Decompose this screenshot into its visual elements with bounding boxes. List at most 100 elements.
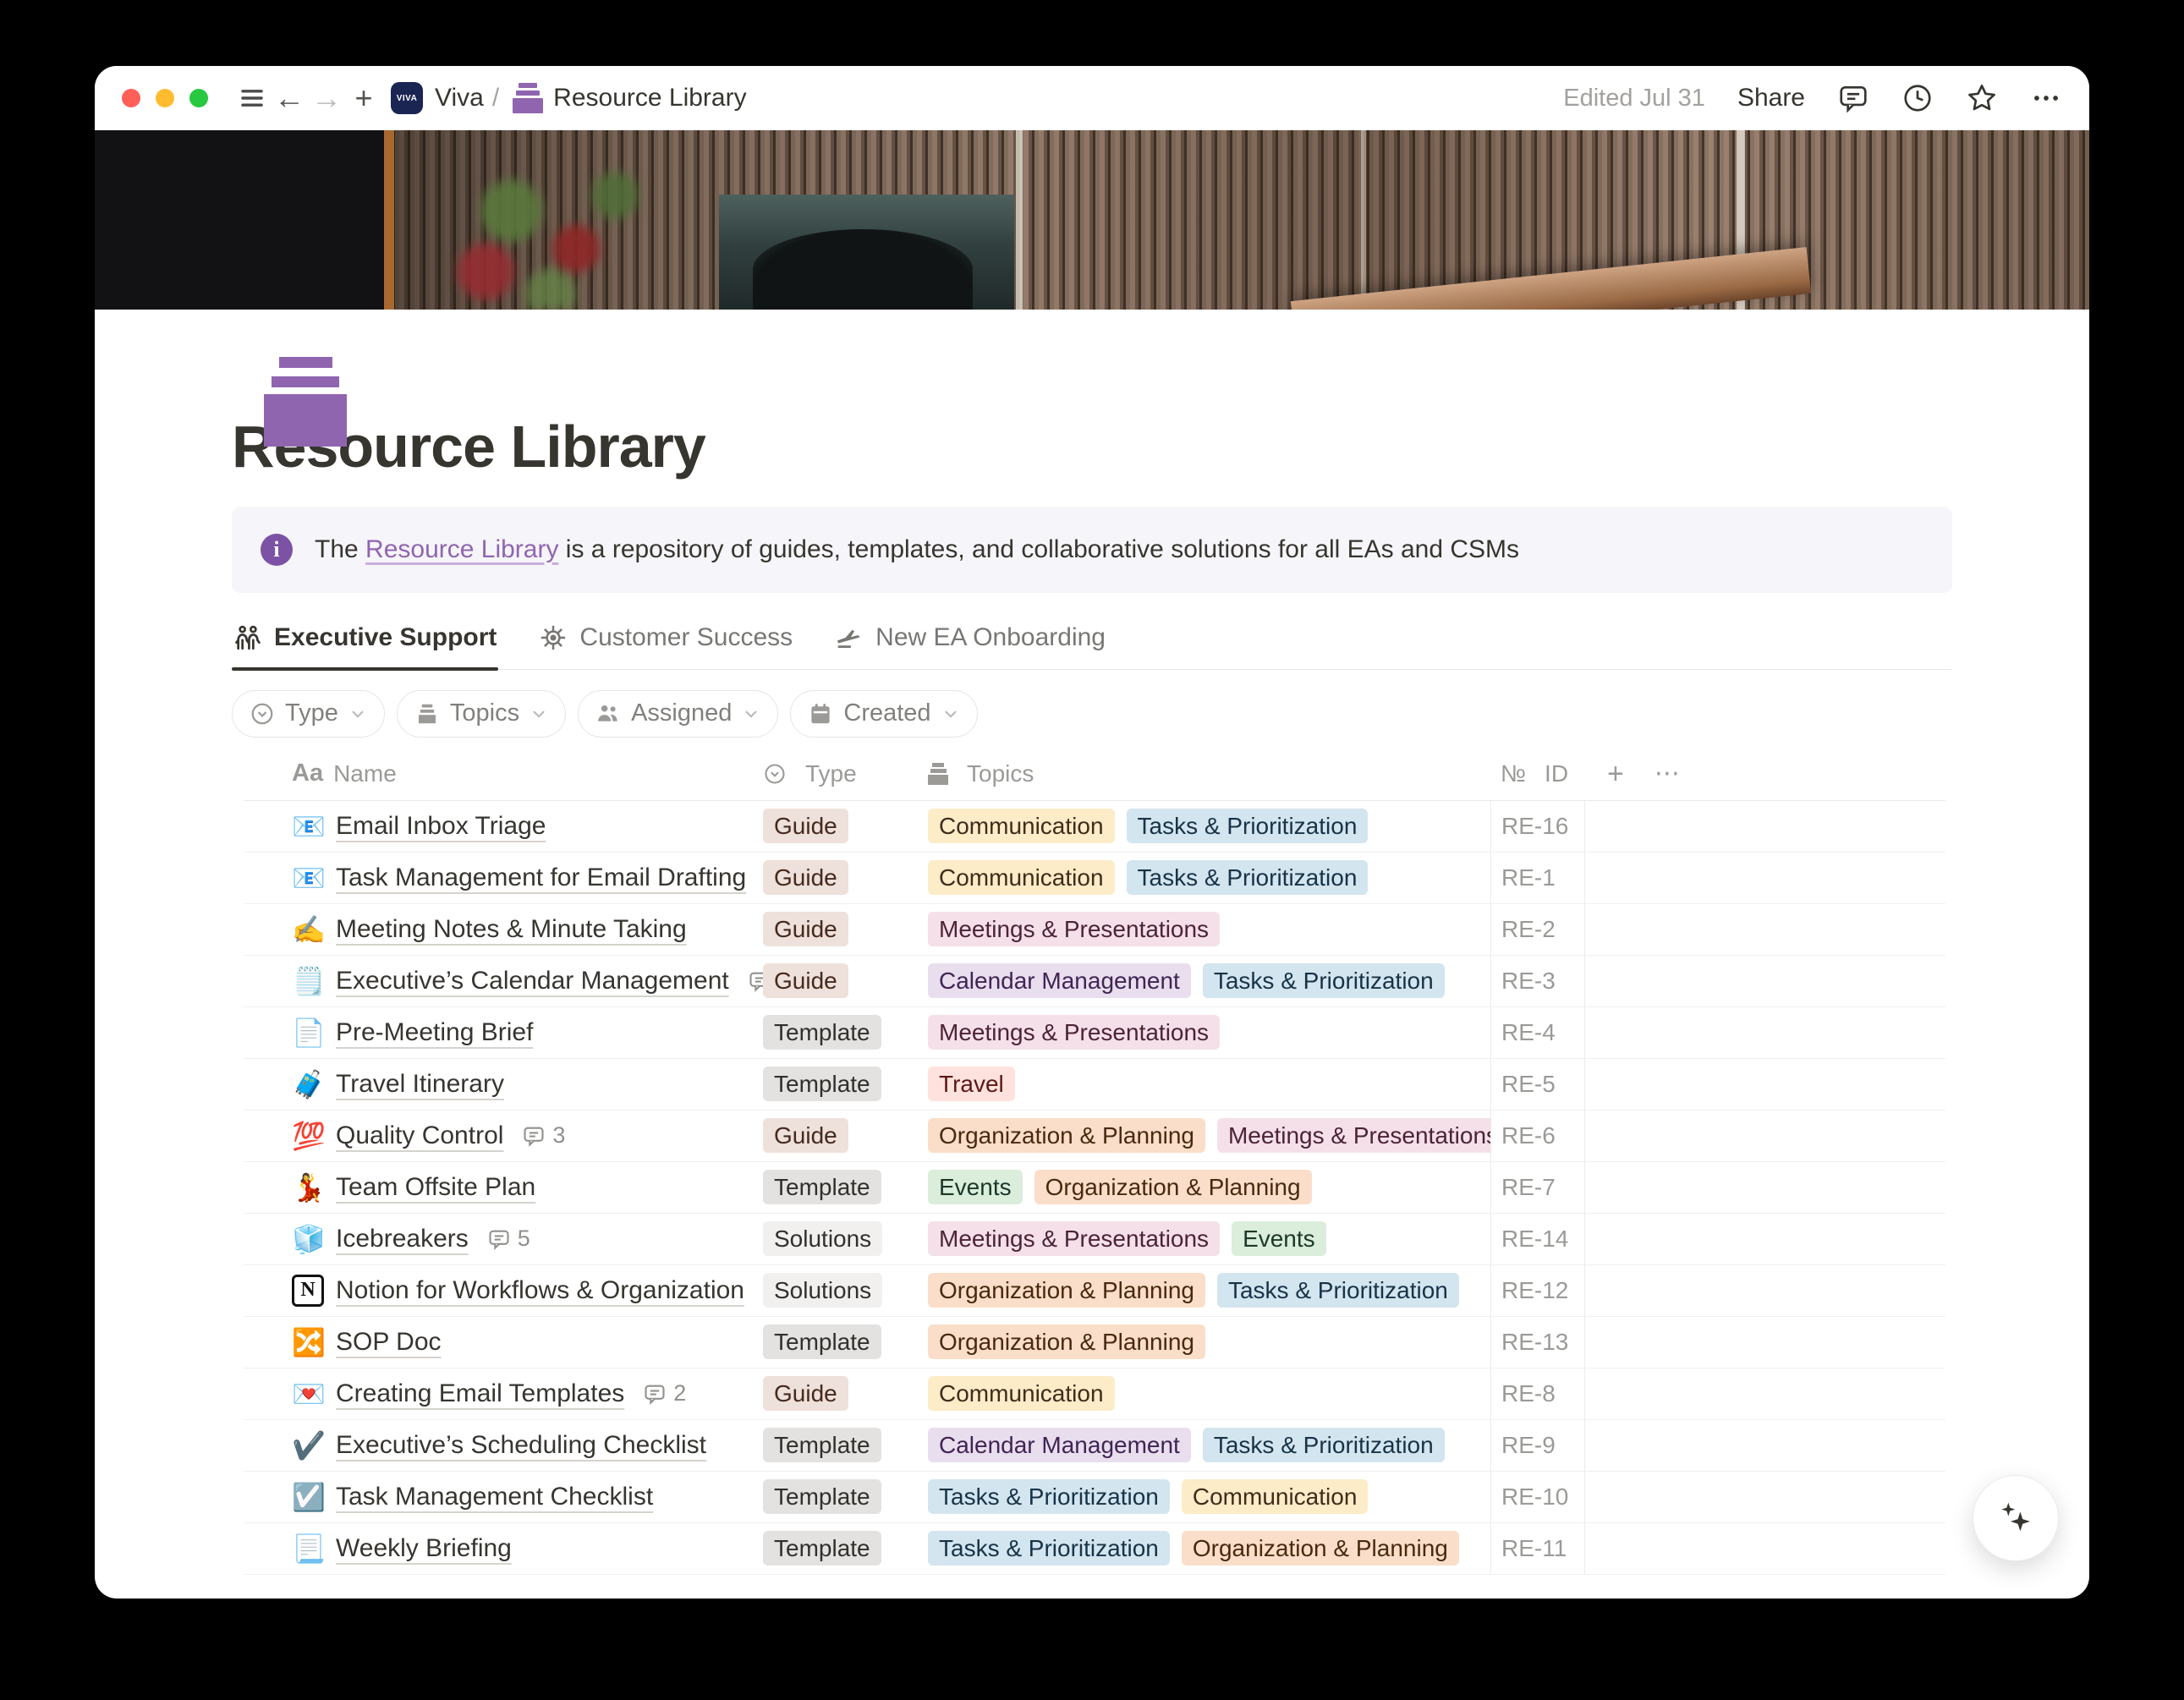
page-link[interactable]: Email Inbox Triage (336, 812, 546, 841)
cell-topics[interactable]: CommunicationTasks & Prioritization (915, 809, 1490, 843)
cell-name[interactable]: 📧Email Inbox Triage (244, 812, 750, 841)
filter-assigned[interactable]: Assigned (578, 690, 778, 738)
filter-type[interactable]: Type (232, 690, 385, 738)
cell-name[interactable]: NNotion for Workflows & Organization (244, 1275, 750, 1307)
cell-type[interactable]: Solutions (750, 1221, 915, 1256)
add-column-button[interactable]: + (1607, 760, 1624, 788)
cell-id[interactable]: RE-3 (1490, 956, 1585, 1006)
cell-name[interactable]: 🗒️Executive’s Calendar Management1 (244, 967, 750, 995)
cell-topics[interactable]: Organization & PlanningMeetings & Presen… (915, 1118, 1490, 1153)
cell-name[interactable]: ☑️Task Management Checklist (244, 1483, 750, 1511)
page-link[interactable]: SOP Doc (336, 1328, 442, 1357)
tab-executive-support[interactable]: Executive Support (232, 615, 498, 669)
notion-ai-button[interactable] (1973, 1475, 2059, 1561)
cell-id[interactable]: RE-13 (1490, 1317, 1585, 1368)
cell-name[interactable]: 📃Weekly Briefing (244, 1534, 750, 1563)
cell-id[interactable]: RE-12 (1490, 1265, 1585, 1316)
column-header-topics[interactable]: Topics (915, 760, 1490, 787)
cell-type[interactable]: Template (750, 1324, 915, 1359)
page-link[interactable]: Icebreakers (336, 1225, 469, 1253)
breadcrumb-workspace[interactable]: Viva (435, 84, 484, 112)
cell-type[interactable]: Guide (750, 963, 915, 998)
workspace-logo[interactable]: VIVA (391, 82, 423, 114)
cell-type[interactable]: Solutions (750, 1273, 915, 1308)
column-header-name[interactable]: Aa Name (244, 760, 750, 787)
favorite-star-icon[interactable] (1966, 82, 1998, 114)
cell-id[interactable]: RE-10 (1490, 1472, 1585, 1522)
callout-page-link[interactable]: Resource Library (365, 535, 558, 563)
tab-new-ea-onboarding[interactable]: New EA Onboarding (833, 615, 1107, 669)
cell-type[interactable]: Guide (750, 809, 915, 843)
cell-type[interactable]: Template (750, 1531, 915, 1566)
forward-button[interactable]: → (308, 80, 345, 117)
cell-type[interactable]: Template (750, 1015, 915, 1050)
cell-name[interactable]: 💯Quality Control3 (244, 1121, 750, 1150)
page-link[interactable]: Team Offsite Plan (336, 1173, 535, 1202)
page-link[interactable]: Task Management Checklist (336, 1483, 653, 1511)
cell-topics[interactable]: CommunicationTasks & Prioritization (915, 860, 1490, 895)
filter-created[interactable]: Created (790, 690, 977, 738)
back-button[interactable]: ← (271, 80, 308, 117)
comment-count[interactable]: 5 (487, 1226, 530, 1252)
page-link[interactable]: Meeting Notes & Minute Taking (336, 915, 687, 944)
page-link[interactable]: Executive’s Scheduling Checklist (336, 1431, 706, 1460)
cell-name[interactable]: 📧Task Management for Email Drafting (244, 864, 750, 892)
cell-name[interactable]: 🧳Travel Itinerary (244, 1070, 750, 1099)
column-header-type[interactable]: Type (750, 760, 915, 787)
sidebar-toggle-icon[interactable] (233, 80, 271, 117)
cell-name[interactable]: 📄Pre-Meeting Brief (244, 1018, 750, 1047)
tab-customer-success[interactable]: Customer Success (537, 615, 794, 669)
cell-id[interactable]: RE-5 (1490, 1059, 1585, 1110)
page-link[interactable]: Quality Control (336, 1121, 503, 1150)
cell-id[interactable]: RE-7 (1490, 1162, 1585, 1213)
comments-icon[interactable] (1837, 82, 1869, 114)
cell-id[interactable]: RE-6 (1490, 1110, 1585, 1161)
cell-id[interactable]: RE-9 (1490, 1420, 1585, 1471)
zoom-window-button[interactable] (189, 89, 208, 107)
cell-topics[interactable]: Tasks & PrioritizationOrganization & Pla… (915, 1531, 1490, 1566)
cell-topics[interactable]: Organization & Planning (915, 1324, 1490, 1359)
cell-type[interactable]: Template (750, 1428, 915, 1462)
page-link[interactable]: Pre-Meeting Brief (336, 1018, 533, 1047)
cell-topics[interactable]: Organization & PlanningTasks & Prioritiz… (915, 1273, 1490, 1308)
page-archive-icon-large[interactable] (264, 357, 347, 447)
cell-type[interactable]: Template (750, 1170, 915, 1204)
cell-topics[interactable]: Tasks & PrioritizationCommunication (915, 1479, 1490, 1514)
share-button[interactable]: Share (1737, 84, 1805, 112)
cell-type[interactable]: Guide (750, 1118, 915, 1153)
comment-count[interactable]: 3 (522, 1122, 565, 1149)
cell-name[interactable]: ✍️Meeting Notes & Minute Taking (244, 915, 750, 944)
comment-count[interactable]: 2 (643, 1380, 686, 1407)
column-header-id[interactable]: № ID (1490, 748, 1585, 800)
cell-id[interactable]: RE-2 (1490, 904, 1585, 955)
cell-topics[interactable]: EventsOrganization & Planning (915, 1170, 1490, 1204)
more-columns-button[interactable]: ⋯ (1654, 761, 1680, 787)
cell-id[interactable]: RE-4 (1490, 1007, 1585, 1058)
cell-name[interactable]: ✔️Executive’s Scheduling Checklist (244, 1431, 750, 1460)
cell-id[interactable]: RE-1 (1490, 853, 1585, 903)
cell-topics[interactable]: Meetings & Presentations (915, 1015, 1490, 1050)
minimize-window-button[interactable] (156, 89, 174, 107)
page-link[interactable]: Notion for Workflows & Organization (336, 1276, 744, 1305)
cell-id[interactable]: RE-8 (1490, 1368, 1585, 1419)
filter-topics[interactable]: Topics (397, 690, 566, 738)
cell-topics[interactable]: Calendar ManagementTasks & Prioritizatio… (915, 1428, 1490, 1462)
cell-topics[interactable]: Meetings & Presentations (915, 912, 1490, 946)
cell-name[interactable]: 🔀SOP Doc (244, 1328, 750, 1357)
more-options-icon[interactable] (2030, 82, 2062, 114)
cell-type[interactable]: Template (750, 1479, 915, 1514)
cell-name[interactable]: 💃Team Offsite Plan (244, 1173, 750, 1202)
cell-id[interactable]: RE-16 (1490, 801, 1585, 852)
cell-type[interactable]: Guide (750, 860, 915, 895)
page-link[interactable]: Task Management for Email Drafting (336, 864, 746, 892)
cell-id[interactable]: RE-11 (1490, 1523, 1585, 1574)
cell-id[interactable]: RE-14 (1490, 1214, 1585, 1264)
page-link[interactable]: Weekly Briefing (336, 1534, 512, 1563)
page-link[interactable]: Travel Itinerary (336, 1070, 504, 1099)
history-clock-icon[interactable] (1901, 82, 1934, 114)
breadcrumb-page[interactable]: Resource Library (553, 84, 746, 112)
cell-topics[interactable]: Meetings & PresentationsEvents (915, 1221, 1490, 1256)
close-window-button[interactable] (122, 89, 140, 107)
page-link[interactable]: Creating Email Templates (336, 1379, 624, 1408)
cell-name[interactable]: 🧊Icebreakers5 (244, 1225, 750, 1253)
